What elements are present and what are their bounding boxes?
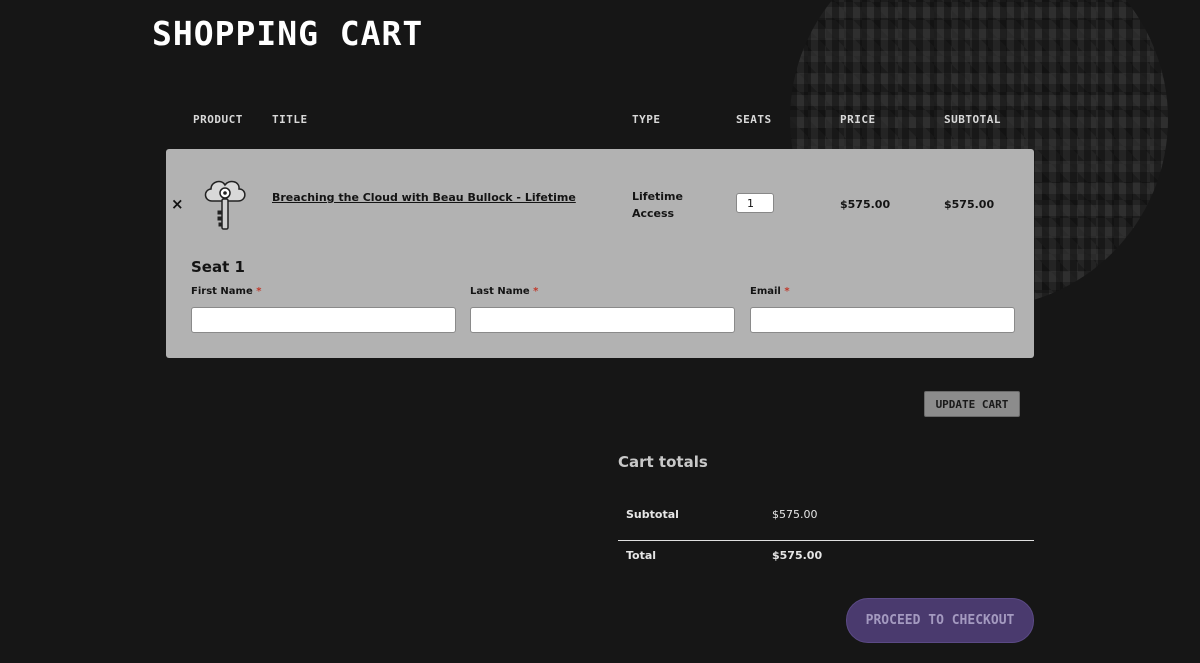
cart-table-header: PRODUCT TITLE TYPE SEATS PRICE SUBTOTAL	[0, 113, 1200, 129]
product-type: Lifetime Access	[632, 190, 683, 220]
totals-subtotal-label: Subtotal	[626, 508, 679, 521]
cart-item-card: × Breaching the Cloud with Beau Bullock …	[166, 149, 1034, 358]
totals-subtotal-value: $575.00	[772, 508, 818, 521]
seats-quantity-input[interactable]	[736, 193, 774, 213]
totals-total-value: $575.00	[772, 549, 823, 562]
header-type: TYPE	[632, 113, 661, 126]
header-product: PRODUCT	[193, 113, 243, 126]
product-title-link[interactable]: Breaching the Cloud with Beau Bullock - …	[272, 191, 576, 204]
product-subtotal: $575.00	[944, 198, 995, 211]
product-price: $575.00	[840, 198, 891, 211]
header-subtotal: SUBTOTAL	[944, 113, 1001, 126]
update-cart-button[interactable]: UPDATE CART	[924, 391, 1020, 417]
seat-heading: Seat 1	[191, 258, 245, 276]
totals-total-label: Total	[626, 549, 657, 562]
remove-item-button[interactable]: ×	[171, 195, 184, 213]
cart-totals-heading: Cart totals	[618, 453, 708, 471]
totals-total-row: Total $575.00	[618, 537, 1034, 577]
cloud-key-icon	[204, 180, 246, 230]
last-name-label: Last Name *	[470, 286, 538, 297]
email-input[interactable]	[750, 307, 1015, 333]
first-name-input[interactable]	[191, 307, 456, 333]
header-seats: SEATS	[736, 113, 772, 126]
required-marker: *	[533, 286, 539, 297]
last-name-label-text: Last Name	[470, 286, 530, 297]
first-name-label-text: First Name	[191, 286, 253, 297]
header-title: TITLE	[272, 113, 308, 126]
proceed-to-checkout-button[interactable]: PROCEED TO CHECKOUT	[846, 598, 1034, 643]
first-name-label: First Name *	[191, 286, 261, 297]
totals-subtotal-row: Subtotal $575.00	[618, 496, 1034, 536]
required-marker: *	[784, 286, 790, 297]
last-name-input[interactable]	[470, 307, 735, 333]
required-marker: *	[256, 286, 262, 297]
email-label-text: Email	[750, 286, 781, 297]
email-label: Email *	[750, 286, 790, 297]
header-price: PRICE	[840, 113, 876, 126]
page-title: SHOPPING CART	[152, 14, 424, 53]
